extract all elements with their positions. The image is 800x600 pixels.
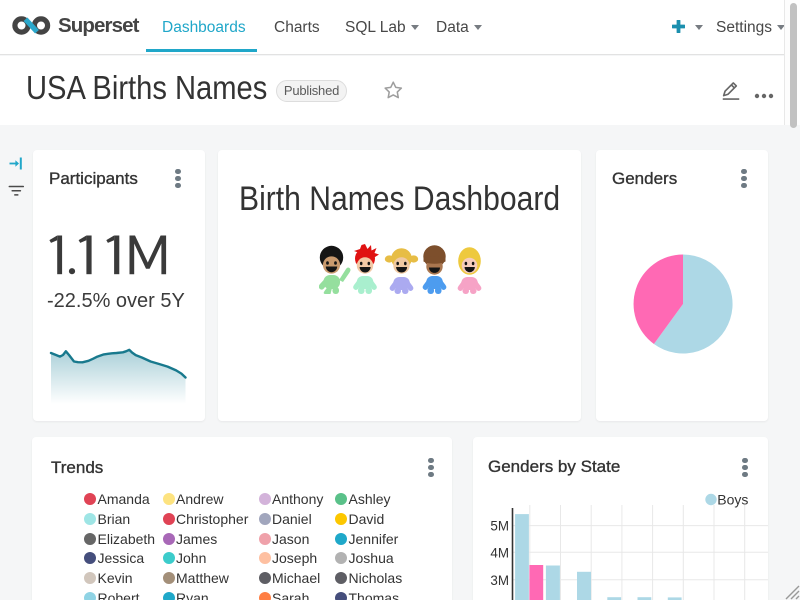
svg-text:3M: 3M — [490, 573, 509, 588]
svg-text:4M: 4M — [490, 545, 509, 560]
svg-text:5M: 5M — [490, 519, 509, 534]
